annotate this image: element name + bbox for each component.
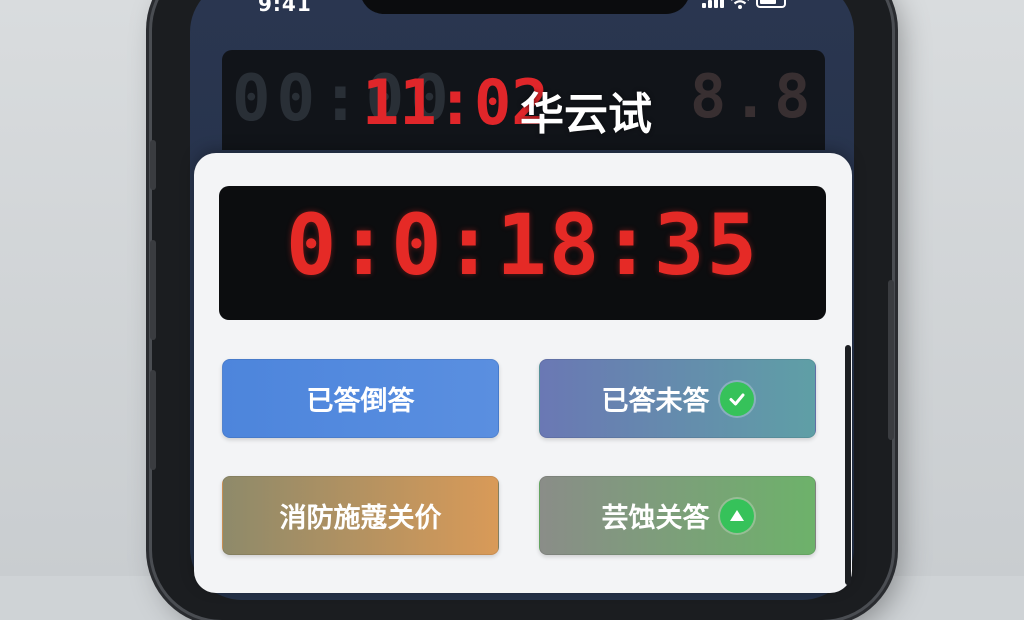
answer-button-2-label: 已答未答 (601, 386, 710, 417)
answer-button-3-label: 消防施蔻关价 (279, 503, 442, 534)
answer-button-4-label: 芸蚀关答 (601, 503, 710, 534)
top-clock-title: 华云试 (520, 89, 652, 140)
battery-icon (756, 0, 786, 8)
ghost-digits-right: 8.8 (690, 62, 817, 132)
side-button-left-3 (150, 370, 156, 470)
answer-button-1[interactable]: 已答倒答 (222, 359, 499, 438)
answer-button-1-label: 已答倒答 (306, 386, 415, 417)
check-icon (719, 381, 754, 416)
scrollbar[interactable] (845, 345, 851, 585)
status-time: 9:41 (258, 0, 312, 16)
countdown-timer: 0:0:18:35 (285, 196, 760, 294)
answer-button-3[interactable]: 消防施蔻关价 (222, 476, 499, 555)
wifi-icon (730, 0, 750, 9)
answer-button-4[interactable]: 芸蚀关答 (539, 476, 816, 555)
status-icons (702, 0, 786, 9)
signal-icon (702, 0, 724, 8)
triangle-up-icon (719, 498, 754, 533)
side-button-right (888, 280, 894, 440)
answer-button-2[interactable]: 已答未答 (539, 359, 816, 438)
side-button-left-1 (150, 140, 156, 190)
dynamic-island (360, 0, 690, 14)
side-button-left-2 (150, 240, 156, 340)
